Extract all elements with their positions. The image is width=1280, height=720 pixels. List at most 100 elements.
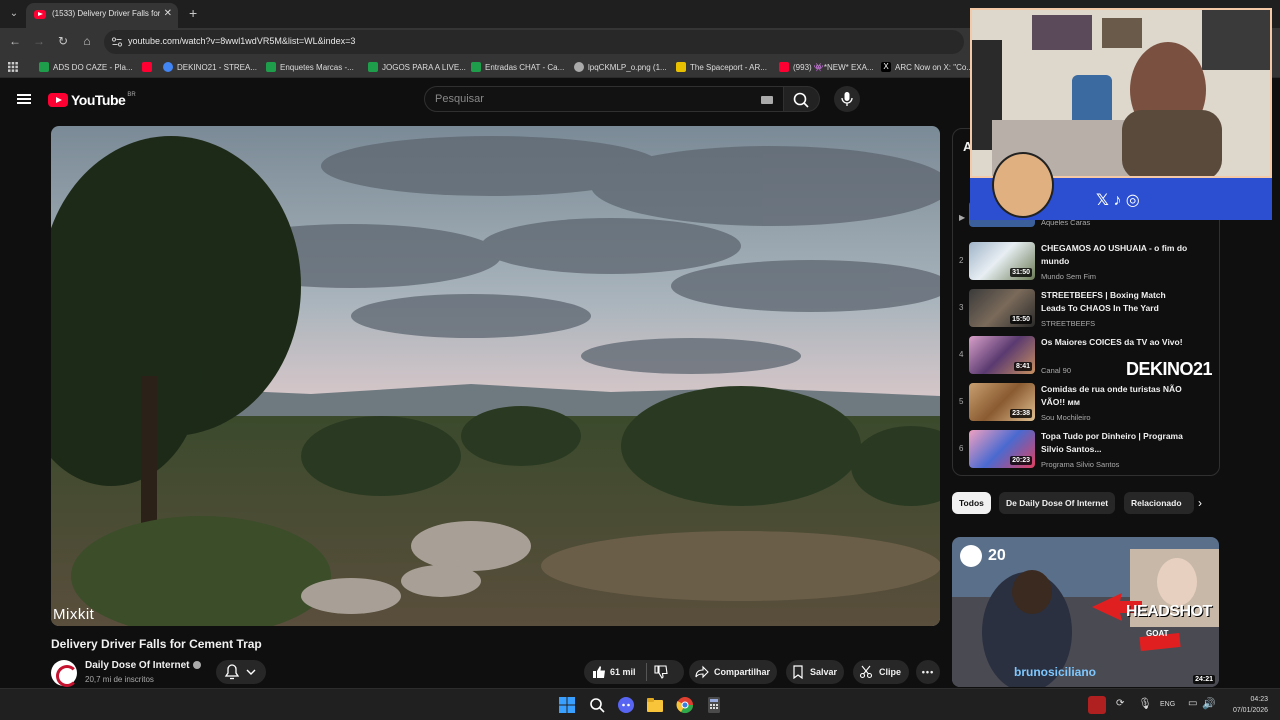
video-watermark: Mixkit — [53, 606, 95, 623]
tab-close-icon[interactable]: ✕ — [164, 8, 172, 19]
x-icon: X — [881, 62, 891, 72]
bookmark-icon — [793, 665, 803, 679]
chevron-right-icon[interactable]: › — [1198, 496, 1202, 510]
playlist-item-channel: STREETBEEFS — [1041, 319, 1096, 328]
playlist-item-channel: Canal 90 — [1041, 366, 1072, 375]
chip-all[interactable]: Todos — [952, 492, 991, 514]
browser-tab-active[interactable]: (1533) Delivery Driver Falls for Cement … — [26, 3, 178, 28]
verified-icon — [193, 661, 202, 670]
windows-taskbar: ⟳ 🎙 ENG ▭ 🔊 04:23 07/01/2026 — [0, 688, 1280, 720]
bookmark-item[interactable]: The Spaceport - AR... — [676, 61, 767, 73]
playlist-thumbnail: 15:50 — [969, 289, 1035, 327]
save-button[interactable]: Salvar — [786, 660, 844, 684]
tray-app-icon[interactable] — [1088, 696, 1106, 714]
bookmark-label: Entradas CHAT - Ca... — [485, 62, 565, 72]
bookmark-item[interactable]: X ARC Now on X: "Co... — [881, 61, 973, 73]
forward-icon[interactable]: → — [31, 34, 47, 48]
playlist-item-number: 4 — [959, 350, 964, 359]
bookmark-item[interactable]: DEKINO21 - STREA... — [163, 61, 257, 73]
chip-from-channel[interactable]: De Daily Dose Of Internet — [999, 492, 1116, 514]
bookmark-item[interactable]: Entradas CHAT - Ca... — [471, 61, 564, 73]
like-divider — [646, 663, 647, 681]
network-icon[interactable]: ▭ — [1188, 698, 1197, 709]
share-button[interactable]: Compartilhar — [689, 660, 777, 684]
volume-icon[interactable]: 🔊 — [1202, 697, 1216, 710]
bookmark-item[interactable]: lpqCKMLP_o.png (1... — [574, 61, 667, 73]
like-button[interactable] — [592, 665, 606, 681]
playlist-item-number: 2 — [959, 256, 964, 265]
keyboard-icon[interactable] — [761, 96, 773, 104]
reload-icon[interactable]: ↻ — [55, 34, 71, 48]
notifications-button[interactable] — [216, 660, 266, 684]
bookmark-item[interactable]: JOGOS PARA A LIVE... — [368, 61, 466, 73]
playlist-item-title: Comidas de rua onde turistas NÃO VÃO!! ᴍ… — [1041, 384, 1182, 407]
file-explorer-icon[interactable] — [646, 696, 664, 714]
site-info-icon[interactable] — [111, 36, 123, 48]
new-tab-button[interactable]: + — [189, 6, 197, 20]
calculator-icon[interactable] — [705, 696, 723, 714]
share-icon — [695, 665, 709, 679]
like-dislike-group: 61 mil — [584, 660, 684, 684]
clock-time: 04:23 — [1250, 696, 1268, 703]
menu-icon[interactable] — [17, 94, 31, 104]
back-icon[interactable]: ← — [7, 34, 23, 48]
bookmark-item[interactable]: ADS DO CAZE - Pla... — [39, 61, 133, 73]
video-player[interactable]: Mixkit — [51, 126, 940, 626]
skull-icon — [960, 545, 982, 567]
youtube-icon — [779, 62, 789, 72]
channel-avatar[interactable] — [51, 660, 78, 687]
bookmark-item[interactable]: (993) 👾*NEW* EXA... — [779, 61, 874, 73]
home-icon[interactable]: ⌂ — [79, 34, 95, 48]
taskbar-clock[interactable]: 04:23 07/01/2026 — [1228, 694, 1268, 716]
clock-date: 07/01/2026 — [1232, 707, 1268, 714]
chrome-icon[interactable] — [676, 696, 694, 714]
webcam-overlay: 𝕏 ♪ ◎ DEKINO21 — [970, 8, 1272, 379]
channel-name[interactable]: Daily Dose Of Internet — [85, 660, 202, 671]
sheets-icon — [39, 62, 49, 72]
clip-button[interactable]: Clipe — [853, 660, 909, 684]
bookmark-label: DEKINO21 - STREA... — [177, 62, 258, 72]
filter-chips: Todos De Daily Dose Of Internet Relacion… — [952, 492, 1212, 514]
playlist-thumbnail: 23:38 — [969, 383, 1035, 421]
bell-icon — [224, 664, 256, 680]
keyboard-language[interactable]: ENG — [1160, 701, 1175, 708]
more-actions-button[interactable]: ••• — [916, 660, 940, 684]
search-button[interactable] — [784, 86, 820, 112]
dislike-button[interactable] — [654, 665, 668, 681]
playlist-item[interactable]: 3 15:50 STREETBEEFS | Boxing Match Leads… — [953, 289, 1219, 333]
search-box[interactable]: Pesquisar — [424, 86, 784, 112]
discord-icon[interactable] — [617, 696, 635, 714]
address-bar[interactable]: youtube.com/watch?v=8wwl1wdVR5M&list=WL&… — [104, 30, 964, 54]
thumbnail-overlay-sub: GOAT — [1146, 629, 1169, 638]
playlist-item-number: 3 — [959, 303, 964, 312]
playlist-item-channel: Sou Mochileiro — [1041, 413, 1091, 422]
playlist-item[interactable]: 2 31:50 CHEGAMOS AO USHUAIA - o fim do m… — [953, 242, 1219, 286]
tab-list-button[interactable]: ⌄ — [6, 6, 22, 22]
recommended-video-thumbnail[interactable]: 20 HEADSHOT GOAT brunosiciliano 24:21 — [952, 537, 1219, 687]
streamer-name: brunosiciliano — [1014, 665, 1097, 679]
tray-mic-icon[interactable]: 🎙 — [1138, 697, 1152, 710]
bookmark-label: ARC Now on X: "Co... — [895, 62, 973, 72]
video-title: Delivery Driver Falls for Cement Trap — [51, 637, 262, 651]
thumbnail-overlay-text: HEADSHOT — [1126, 603, 1212, 620]
streamer-avatar-caricature — [992, 152, 1054, 218]
tray-sync-icon[interactable]: ⟳ — [1116, 698, 1124, 709]
playlist-item-number: 5 — [959, 397, 964, 406]
youtube-logo[interactable]: YouTube BR — [48, 92, 136, 108]
bookmark-label: lpqCKMLP_o.png (1... — [588, 62, 667, 72]
voice-search-button[interactable] — [834, 86, 860, 112]
duration-badge: 8:41 — [1013, 362, 1032, 371]
chip-related[interactable]: Relacionado — [1124, 492, 1194, 514]
search-icon[interactable] — [588, 696, 606, 714]
social-icons: 𝕏 ♪ ◎ — [1096, 192, 1140, 209]
apps-grid-icon[interactable] — [8, 61, 18, 73]
playlist-item-channel: Mundo Sem Fim — [1041, 272, 1097, 281]
windows-start-icon[interactable] — [558, 696, 576, 714]
bookmark-item[interactable] — [142, 61, 152, 73]
bookmark-item[interactable]: Enquetes Marcas -... — [266, 61, 354, 73]
playlist-item-number: 6 — [959, 444, 964, 453]
now-playing-icon: ▶ — [959, 213, 966, 222]
search-input[interactable]: Pesquisar — [435, 93, 484, 105]
playlist-item[interactable]: 6 20:23 Topa Tudo por Dinheiro | Program… — [953, 430, 1219, 474]
playlist-item[interactable]: 5 23:38 Comidas de rua onde turistas NÃO… — [953, 383, 1219, 427]
